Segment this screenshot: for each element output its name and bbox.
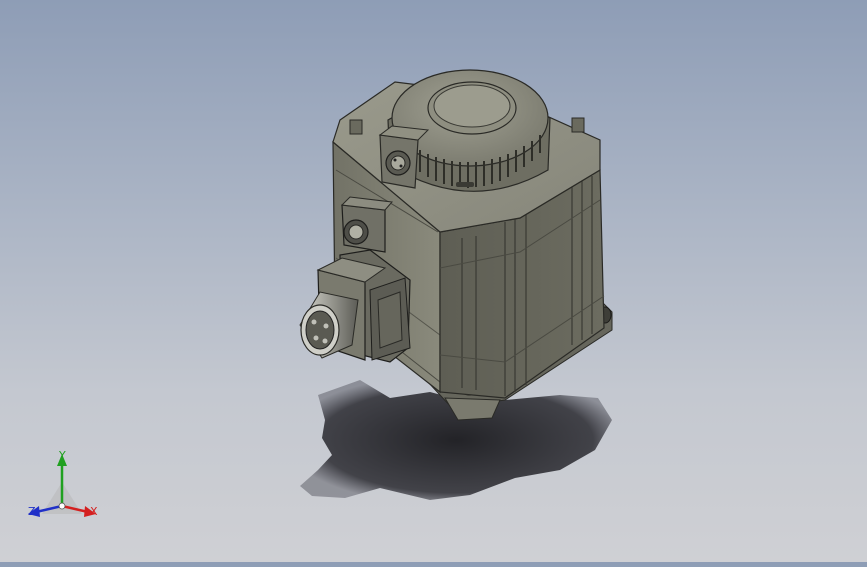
z-axis-label: Z xyxy=(28,505,36,518)
coordinate-triad: Y X Z xyxy=(22,448,112,528)
brake-connector xyxy=(340,196,394,253)
x-axis-label: X xyxy=(90,505,98,518)
model-render xyxy=(299,69,613,500)
3d-viewport[interactable] xyxy=(0,0,867,562)
y-axis-label: Y xyxy=(59,449,66,462)
